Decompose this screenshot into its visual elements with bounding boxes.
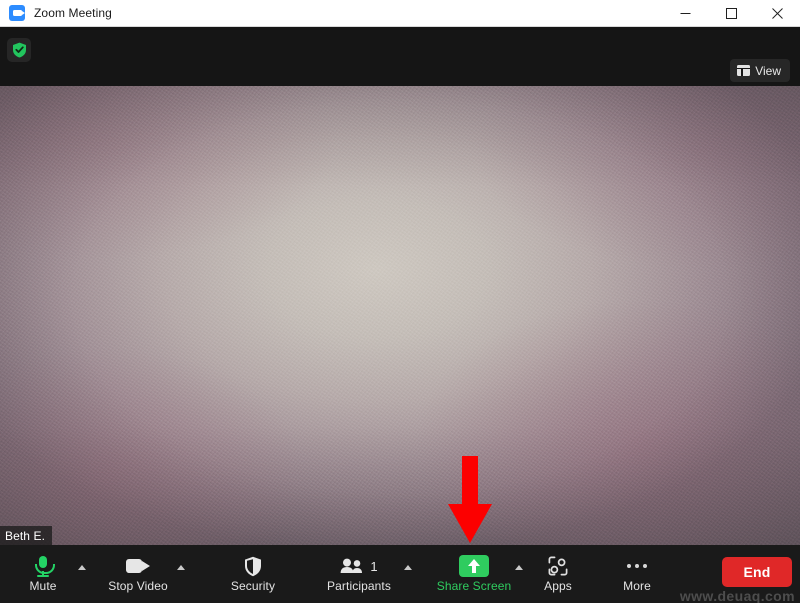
video-vignette <box>0 86 800 545</box>
participants-button-label: Participants <box>327 579 391 593</box>
more-button-label: More <box>623 579 651 593</box>
mute-button-label: Mute <box>29 579 57 593</box>
apps-button-label: Apps <box>544 579 572 593</box>
mute-control-group: Mute <box>12 545 90 603</box>
meeting-header-bar: View <box>0 27 800 86</box>
minimize-icon[interactable] <box>662 0 708 26</box>
security-button[interactable]: Security <box>222 545 284 603</box>
layout-grid-icon <box>736 65 751 76</box>
window-title: Zoom Meeting <box>34 6 112 20</box>
people-icon: 1 <box>340 555 378 577</box>
apps-control-group: Apps <box>527 545 589 603</box>
security-control-group: Security <box>222 545 284 603</box>
participants-button[interactable]: 1 Participants <box>318 545 400 603</box>
stop-video-button-label: Stop Video <box>108 579 168 593</box>
mute-options-chevron-up-icon[interactable] <box>74 545 90 603</box>
participants-options-chevron-up-icon[interactable] <box>400 545 416 603</box>
meeting-controls-toolbar: Mute Stop Video Security 1 Participants … <box>0 545 800 603</box>
participant-name-label: Beth E. <box>0 526 53 545</box>
view-button-label: View <box>755 63 781 78</box>
mute-button[interactable]: Mute <box>12 545 74 603</box>
share-screen-button-label: Share Screen <box>436 579 512 593</box>
video-control-group: Stop Video <box>103 545 189 603</box>
video-options-chevron-up-icon[interactable] <box>173 545 189 603</box>
more-button[interactable]: More <box>606 545 668 603</box>
zoom-meeting-window: Zoom Meeting View Beth E. Mute Stop Vide… <box>0 0 800 603</box>
share-screen-options-chevron-up-icon[interactable] <box>511 545 527 603</box>
share-up-arrow-icon <box>459 555 489 577</box>
zoom-camera-icon <box>9 5 25 21</box>
green-shield-check-icon[interactable] <box>7 38 31 62</box>
window-titlebar: Zoom Meeting <box>0 0 800 27</box>
participants-count-badge: 1 <box>370 558 378 574</box>
video-camera-icon <box>126 555 150 577</box>
participants-control-group: 1 Participants <box>318 545 416 603</box>
site-watermark: www.deuaq.com <box>679 588 795 603</box>
share-screen-control-group: Share Screen <box>437 545 527 603</box>
security-button-label: Security <box>230 579 276 593</box>
maximize-icon[interactable] <box>708 0 754 26</box>
share-screen-button[interactable]: Share Screen <box>437 545 511 603</box>
video-stage[interactable]: Beth E. <box>0 86 800 545</box>
stop-video-button[interactable]: Stop Video <box>103 545 173 603</box>
end-meeting-button[interactable]: End <box>722 557 792 587</box>
microphone-icon <box>33 555 55 577</box>
close-icon[interactable] <box>754 0 800 26</box>
view-button[interactable]: View <box>730 59 790 82</box>
apps-icon <box>548 555 568 577</box>
shield-icon <box>244 555 262 577</box>
ellipsis-icon <box>627 555 647 577</box>
more-control-group: More <box>606 545 668 603</box>
apps-button[interactable]: Apps <box>527 545 589 603</box>
